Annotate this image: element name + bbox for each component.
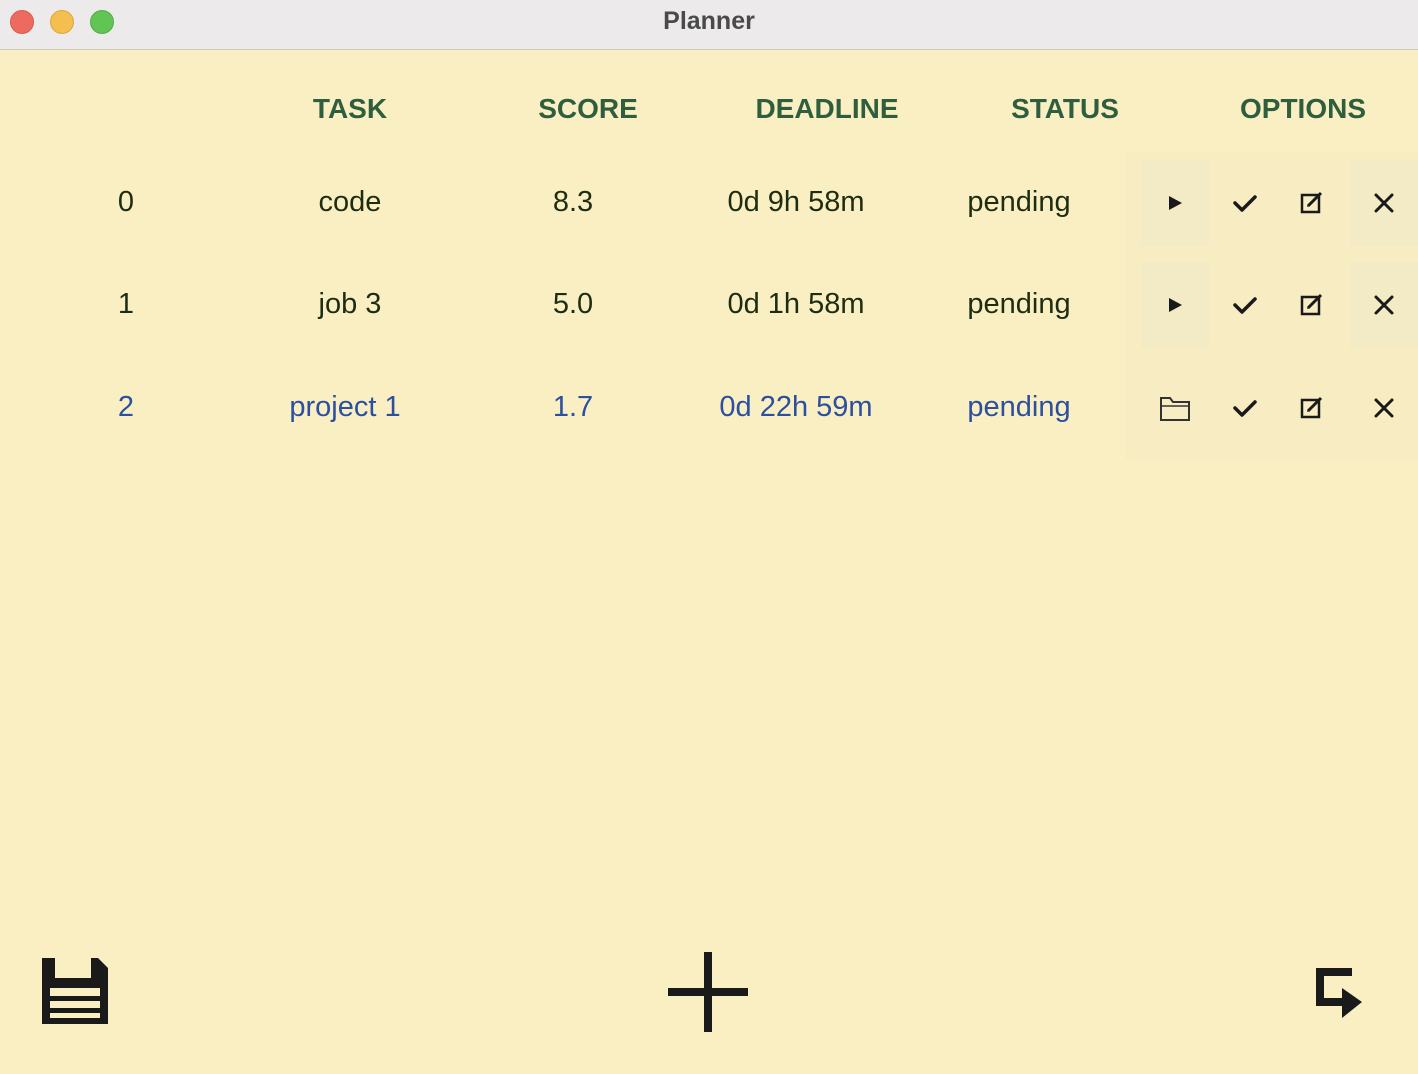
header-score: SCORE [538,93,638,124]
task-status: pending [967,391,1071,423]
complete-task-button[interactable] [1211,365,1279,451]
complete-task-button[interactable] [1211,160,1279,246]
edit-icon [1300,191,1323,214]
check-icon [1233,297,1257,314]
task-score: 5.0 [552,288,594,320]
task-deadline: 0d 9h 58m [727,186,865,218]
check-icon [1233,400,1257,417]
header-deadline: DEADLINE [755,93,899,124]
play-icon [1169,196,1182,210]
close-icon [1374,193,1394,213]
check-icon [1233,195,1257,212]
task-name: code [318,186,382,218]
row-index: 2 [117,391,135,423]
edit-task-button[interactable] [1278,160,1346,246]
delete-task-button[interactable] [1350,262,1418,348]
play-icon [1169,298,1182,312]
task-score: 8.3 [552,186,594,218]
start-task-button[interactable] [1141,262,1209,348]
header-status: STATUS [1011,93,1119,124]
task-name: job 3 [318,288,382,320]
header-task: TASK [312,93,388,124]
task-status: pending [967,186,1071,218]
folder-icon [1160,397,1190,421]
redirect-arrow-icon [1316,968,1362,1018]
task-name: project 1 [289,391,401,423]
title-bar: Planner [0,0,1418,50]
start-task-button[interactable] [1141,160,1209,246]
edit-icon [1300,396,1323,419]
delete-task-button[interactable] [1350,160,1418,246]
task-deadline: 0d 1h 58m [727,288,865,320]
task-deadline: 0d 22h 59m [719,391,873,423]
edit-task-button[interactable] [1278,365,1346,451]
edit-task-button[interactable] [1278,262,1346,348]
task-status: pending [967,288,1071,320]
plus-icon [668,952,748,1032]
edit-icon [1300,293,1323,316]
save-icon [42,958,108,1024]
delete-task-button[interactable] [1350,365,1418,451]
open-task-button[interactable] [1141,365,1209,451]
window-title: Planner [663,7,755,35]
header-options: OPTIONS [1239,93,1367,124]
add-task-button[interactable] [666,950,750,1039]
task-score: 1.7 [552,391,594,423]
next-button[interactable] [1314,968,1366,1027]
save-button[interactable] [40,956,110,1031]
row-index: 1 [117,288,135,320]
close-icon [1374,295,1394,315]
complete-task-button[interactable] [1211,262,1279,348]
close-icon [1374,398,1394,418]
row-index: 0 [117,186,135,218]
